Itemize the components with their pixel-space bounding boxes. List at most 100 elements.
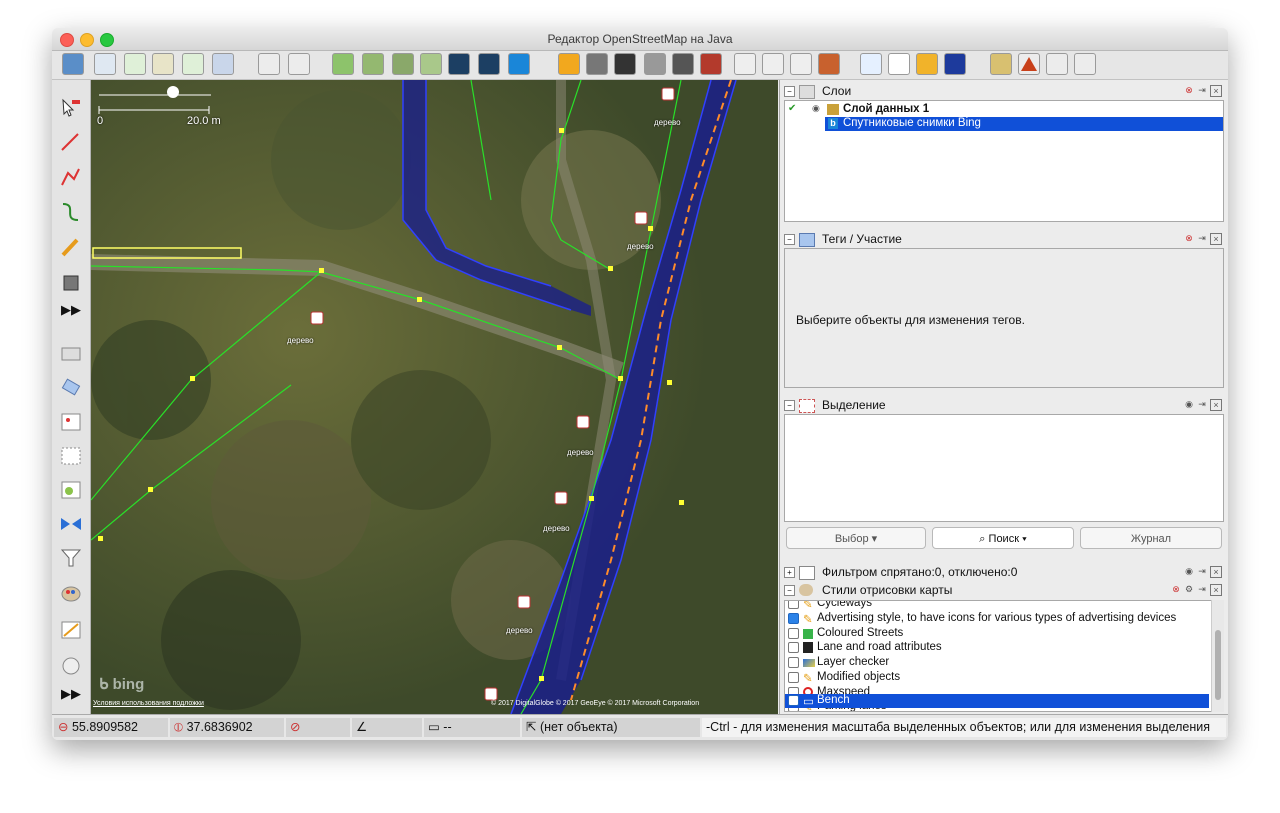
close-panel-icon[interactable]: × xyxy=(1210,566,1222,578)
industrial-icon[interactable] xyxy=(990,53,1012,75)
layer-row-selected[interactable]: b Спутниковые снимки Bing xyxy=(825,117,1223,131)
bus-icon[interactable] xyxy=(762,53,784,75)
expand-icon[interactable]: + xyxy=(784,567,795,578)
validator-toggle-icon[interactable] xyxy=(58,618,84,642)
car-icon[interactable] xyxy=(734,53,756,75)
detach-icon[interactable]: ⇥ xyxy=(1197,399,1207,409)
improve-way-icon[interactable] xyxy=(58,165,84,189)
map-paint-toggle-icon[interactable] xyxy=(58,582,84,606)
rail-track-icon[interactable] xyxy=(818,53,840,75)
map-canvas[interactable] xyxy=(91,80,778,714)
conflict-toggle-icon[interactable] xyxy=(58,478,84,502)
history-toggle-icon[interactable] xyxy=(58,654,84,678)
primary-road-icon[interactable] xyxy=(558,53,580,75)
visibility-eye-icon[interactable]: ◉ xyxy=(812,103,820,114)
style-checkbox[interactable] xyxy=(788,657,799,668)
info-icon[interactable] xyxy=(944,53,966,75)
open-file-icon[interactable] xyxy=(62,53,84,75)
hide-icon[interactable]: ⊗ xyxy=(1184,85,1194,95)
upload-icon[interactable] xyxy=(182,53,204,75)
styles-scrollbar[interactable] xyxy=(1211,600,1224,712)
style-checkbox[interactable] xyxy=(788,628,799,639)
eye-icon[interactable]: ◉ xyxy=(1184,399,1194,409)
peak-icon[interactable] xyxy=(1018,53,1040,75)
filter-panel-header[interactable]: + Фильтром спрятано:0, отключено:0 ◉ ⇥ × xyxy=(784,564,1224,580)
traffic-light-icon[interactable] xyxy=(672,53,694,75)
style-checkbox[interactable] xyxy=(788,642,799,653)
building-tool-icon[interactable] xyxy=(58,270,84,294)
tags-panel-header[interactable]: − Теги / Участие ⊗ ⇥ × xyxy=(784,231,1224,247)
hotel-icon[interactable] xyxy=(860,53,882,75)
close-panel-icon[interactable]: × xyxy=(1210,584,1222,596)
search-map-icon[interactable] xyxy=(420,53,442,75)
select-button[interactable]: Выбор ▾ xyxy=(786,527,926,549)
draw-way-icon[interactable] xyxy=(58,130,84,154)
selection-panel-header[interactable]: − Выделение ◉ ⇥ × xyxy=(784,397,1224,413)
collapse-icon[interactable]: − xyxy=(784,234,795,245)
search-button[interactable]: ⌕ Поиск ▾ xyxy=(932,527,1074,549)
shop-icon[interactable] xyxy=(916,53,938,75)
close-panel-icon[interactable]: × xyxy=(1210,233,1222,245)
undo-icon[interactable] xyxy=(258,53,280,75)
collapse-icon[interactable]: − xyxy=(784,86,795,97)
wall-icon[interactable] xyxy=(700,53,722,75)
collapse-icon[interactable]: − xyxy=(784,400,795,411)
layers-toggle-icon[interactable] xyxy=(58,342,84,366)
hide-icon[interactable]: ⊗ xyxy=(1184,233,1194,243)
style-row[interactable]: ✎ Advertising style, to have icons for v… xyxy=(785,612,1209,626)
layers-panel-header[interactable]: − Слои ⊗ ⇥ × xyxy=(784,83,1224,99)
style-row[interactable]: ✎ Modified objects xyxy=(785,671,1209,685)
football-icon[interactable] xyxy=(888,53,910,75)
detach-icon[interactable]: ⇥ xyxy=(1197,233,1207,243)
download-icon[interactable] xyxy=(124,53,146,75)
secondary-road-icon[interactable] xyxy=(586,53,608,75)
road-alt-icon[interactable] xyxy=(478,53,500,75)
style-row-selected[interactable]: ▭ Bench xyxy=(785,694,1209,708)
style-row[interactable]: Coloured Streets xyxy=(785,627,1209,641)
download-area-icon[interactable] xyxy=(152,53,174,75)
eye-icon[interactable]: ◉ xyxy=(1184,566,1194,576)
style-checkbox-checked[interactable] xyxy=(788,613,799,624)
style-row[interactable]: ✎ Cycleways xyxy=(785,601,1209,611)
zoom-to-selection-icon[interactable] xyxy=(362,53,384,75)
bicycle-icon[interactable] xyxy=(790,53,812,75)
tags-toggle-icon[interactable] xyxy=(58,376,84,400)
filter-toggle-icon[interactable] xyxy=(58,546,84,570)
waterway-icon[interactable] xyxy=(1046,53,1068,75)
settings-icon[interactable]: ⚙ xyxy=(1184,584,1194,594)
tunnel-icon[interactable] xyxy=(644,53,666,75)
pencil-icon[interactable] xyxy=(58,235,84,259)
style-checkbox[interactable] xyxy=(788,672,799,683)
close-panel-icon[interactable]: × xyxy=(1210,399,1222,411)
close-panel-icon[interactable]: × xyxy=(1210,85,1222,97)
collapse-icon[interactable]: − xyxy=(784,585,795,596)
castle-icon[interactable] xyxy=(1074,53,1096,75)
road-icon[interactable] xyxy=(448,53,470,75)
layer-row[interactable]: ✔ ◉ Слой данных 1 xyxy=(785,103,1223,117)
selection-list[interactable] xyxy=(784,414,1224,522)
style-row[interactable]: Layer checker xyxy=(785,656,1209,670)
zoom-to-data-icon[interactable] xyxy=(332,53,354,75)
hide-icon[interactable]: ⊗ xyxy=(1171,584,1181,594)
wms-icon[interactable] xyxy=(392,53,414,75)
select-tool-icon[interactable] xyxy=(58,94,84,118)
layers-list[interactable]: ✔ ◉ Слой данных 1 b Спутниковые снимки B… xyxy=(784,100,1224,222)
save-icon[interactable] xyxy=(94,53,116,75)
style-checkbox-checked[interactable] xyxy=(788,695,799,706)
relations-toggle-icon[interactable] xyxy=(58,410,84,434)
map-view[interactable]: дерево дерево дерево дерево дерево дерев… xyxy=(91,80,778,714)
redo-icon[interactable] xyxy=(288,53,310,75)
preferences-icon[interactable] xyxy=(212,53,234,75)
bing-imagery-icon[interactable] xyxy=(508,53,530,75)
style-row[interactable]: Lane and road attributes xyxy=(785,641,1209,655)
merge-toggle-icon[interactable] xyxy=(58,512,84,536)
scrollbar-thumb[interactable] xyxy=(1215,630,1221,700)
detach-icon[interactable]: ⇥ xyxy=(1197,85,1207,95)
parallel-way-icon[interactable] xyxy=(58,200,84,224)
more-tools-icon[interactable]: ▶▶ xyxy=(58,302,84,326)
detach-icon[interactable]: ⇥ xyxy=(1197,584,1207,594)
styles-panel-header[interactable]: − Стили отрисовки карты ⊗ ⚙ ⇥ × xyxy=(784,582,1224,598)
history-button[interactable]: Журнал xyxy=(1080,527,1222,549)
more-panels-icon[interactable]: ▶▶ xyxy=(58,686,84,710)
style-checkbox[interactable] xyxy=(788,601,799,609)
